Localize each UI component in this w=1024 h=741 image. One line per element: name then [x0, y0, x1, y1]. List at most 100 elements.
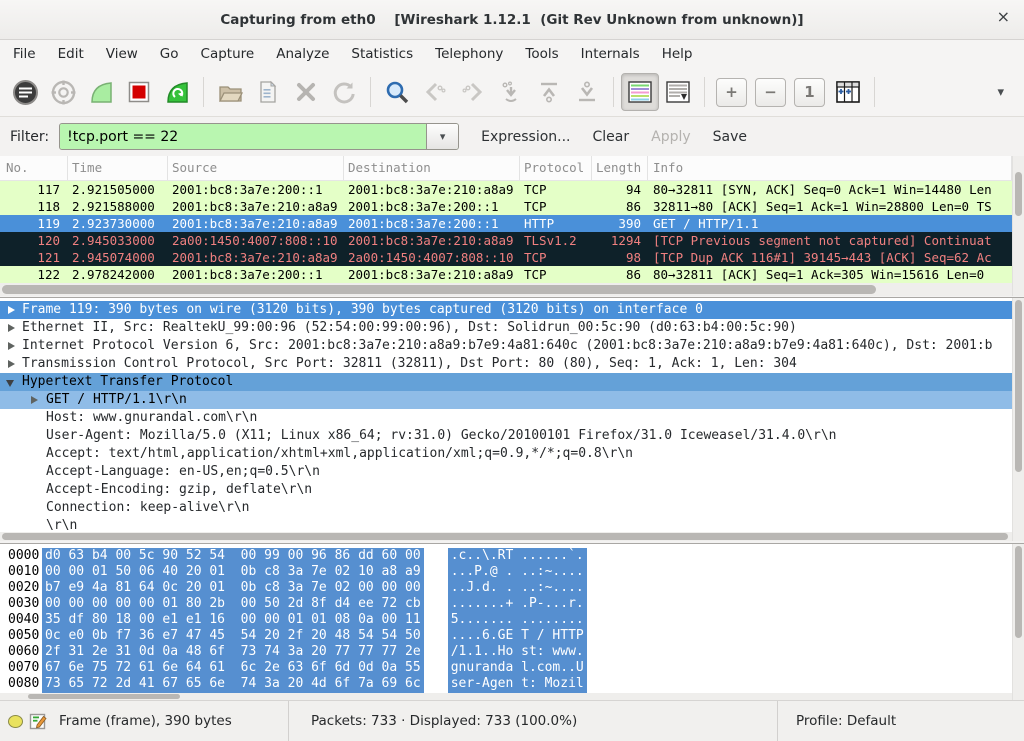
cell-length: 94: [592, 181, 648, 198]
list-interfaces-button[interactable]: [6, 73, 44, 111]
hex-row[interactable]: 004035 df 80 18 00 e1 e1 16 00 00 01 01 …: [0, 612, 1024, 628]
hex-row[interactable]: 007067 6e 75 72 61 6e 64 61 6c 2e 63 6f …: [0, 660, 1024, 676]
detail-ipv6[interactable]: Internet Protocol Version 6, Src: 2001:b…: [0, 337, 1012, 355]
zoom-100-button[interactable]: 1: [794, 78, 825, 107]
expander-icon[interactable]: [8, 324, 15, 332]
start-capture-button[interactable]: [82, 73, 120, 111]
menu-item-internals[interactable]: Internals: [570, 41, 651, 67]
reload-icon: [331, 79, 357, 105]
hex-row[interactable]: 003000 00 00 00 00 01 80 2b 00 50 2d 8f …: [0, 596, 1024, 612]
packet-row-122[interactable]: 122 2.978242000 2001:bc8:3a7e:200::1 200…: [0, 266, 1024, 283]
reload-button[interactable]: [325, 73, 363, 111]
menu-item-edit[interactable]: Edit: [47, 41, 95, 67]
hex-row[interactable]: 001000 00 01 50 06 40 20 01 0b c8 3a 7e …: [0, 564, 1024, 580]
packet-list-hscrollbar[interactable]: [0, 283, 1012, 296]
menu-item-view[interactable]: View: [95, 41, 149, 67]
close-file-button[interactable]: [287, 73, 325, 111]
save-file-button[interactable]: [249, 73, 287, 111]
stop-capture-button[interactable]: [120, 73, 158, 111]
packet-row-121[interactable]: 121 2.945074000 2001:bc8:3a7e:210:a8a9 2…: [0, 249, 1024, 266]
scrollbar-thumb[interactable]: [28, 694, 180, 699]
scrollbar-thumb[interactable]: [1015, 300, 1022, 472]
column-header-destination[interactable]: Destination: [344, 156, 520, 180]
zoom-in-button[interactable]: +: [716, 78, 747, 107]
column-header-time[interactable]: Time: [68, 156, 168, 180]
detail-http-host[interactable]: Host: www.gnurandal.com\r\n: [0, 409, 1012, 427]
go-back-button[interactable]: [416, 73, 454, 111]
packet-row-117[interactable]: 117 2.921505000 2001:bc8:3a7e:200::1 200…: [0, 181, 1024, 198]
details-hscrollbar[interactable]: [0, 532, 1012, 541]
expander-icon[interactable]: [8, 360, 15, 368]
packet-row-119-selected[interactable]: 119 2.923730000 2001:bc8:3a7e:210:a8a9 2…: [0, 215, 1024, 232]
detail-frame[interactable]: Frame 119: 390 bytes on wire (3120 bits)…: [0, 301, 1012, 319]
restart-capture-button[interactable]: [158, 73, 196, 111]
detail-tcp[interactable]: Transmission Control Protocol, Src Port:…: [0, 355, 1012, 373]
hex-vscrollbar[interactable]: [1012, 544, 1024, 700]
menu-item-analyze[interactable]: Analyze: [265, 41, 340, 67]
packet-list-vscrollbar[interactable]: [1012, 156, 1024, 296]
scrollbar-thumb[interactable]: [2, 533, 1008, 540]
filter-dropdown-button[interactable]: ▾: [426, 124, 458, 149]
menu-item-help[interactable]: Help: [651, 41, 704, 67]
detail-http-accept[interactable]: Accept: text/html,application/xhtml+xml,…: [0, 445, 1012, 463]
hex-row[interactable]: 0000d0 63 b4 00 5c 90 52 54 00 99 00 96 …: [0, 548, 1024, 564]
hex-row[interactable]: 008073 65 72 2d 41 67 65 6e 74 3a 20 4d …: [0, 676, 1024, 692]
column-header-no[interactable]: No.: [0, 156, 68, 180]
detail-http-accept-language[interactable]: Accept-Language: en-US,en;q=0.5\r\n: [0, 463, 1012, 481]
goto-packet-button[interactable]: [492, 73, 530, 111]
colorize-button[interactable]: [621, 73, 659, 111]
details-vscrollbar[interactable]: [1012, 298, 1024, 541]
column-header-source[interactable]: Source: [168, 156, 344, 180]
cell-length: 86: [592, 266, 648, 283]
detail-http-request-line[interactable]: GET / HTTP/1.1\r\n: [0, 391, 1012, 409]
cell-time: 2.945033000: [68, 232, 168, 249]
scrollbar-thumb[interactable]: [1015, 546, 1022, 638]
cell-protocol: TCP: [520, 249, 592, 266]
filter-input[interactable]: [60, 124, 426, 149]
scrollbar-thumb[interactable]: [1015, 172, 1022, 216]
cell-destination: 2001:bc8:3a7e:200::1: [344, 198, 520, 215]
menu-item-file[interactable]: File: [2, 41, 47, 67]
hex-hscrollbar[interactable]: [0, 693, 1012, 700]
save-button[interactable]: Save: [713, 129, 747, 145]
expander-icon[interactable]: [31, 396, 38, 404]
detail-ethernet[interactable]: Ethernet II, Src: RealtekU_99:00:96 (52:…: [0, 319, 1012, 337]
find-packet-button[interactable]: [378, 73, 416, 111]
autoscroll-button[interactable]: [659, 73, 697, 111]
menu-item-go[interactable]: Go: [149, 41, 190, 67]
expander-icon[interactable]: [6, 380, 14, 387]
column-header-protocol[interactable]: Protocol: [520, 156, 592, 180]
detail-http-accept-encoding[interactable]: Accept-Encoding: gzip, deflate\r\n: [0, 481, 1012, 499]
hex-row[interactable]: 00602f 31 2e 31 0d 0a 48 6f 73 74 3a 20 …: [0, 644, 1024, 660]
zoom-out-button[interactable]: −: [755, 78, 786, 107]
hex-row[interactable]: 0020b7 e9 4a 81 64 0c 20 01 0b c8 3a 7e …: [0, 580, 1024, 596]
hex-row[interactable]: 00500c e0 0b f7 36 e7 47 45 54 20 2f 20 …: [0, 628, 1024, 644]
menu-item-statistics[interactable]: Statistics: [340, 41, 424, 67]
scrollbar-thumb[interactable]: [2, 285, 876, 294]
expander-icon[interactable]: [8, 342, 15, 350]
packet-row-118[interactable]: 118 2.921588000 2001:bc8:3a7e:210:a8a9 2…: [0, 198, 1024, 215]
detail-http-user-agent[interactable]: User-Agent: Mozilla/5.0 (X11; Linux x86_…: [0, 427, 1012, 445]
menu-item-tools[interactable]: Tools: [514, 41, 569, 67]
menu-item-telephony[interactable]: Telephony: [424, 41, 514, 67]
clear-button[interactable]: Clear: [593, 129, 630, 145]
expert-info-icon[interactable]: [8, 715, 23, 728]
detail-http[interactable]: Hypertext Transfer Protocol: [0, 373, 1012, 391]
annotation-icon[interactable]: [29, 712, 47, 730]
go-top-button[interactable]: [530, 73, 568, 111]
expression-button[interactable]: Expression...: [481, 129, 570, 145]
column-header-length[interactable]: Length: [592, 156, 648, 180]
expander-icon[interactable]: [8, 306, 15, 314]
packet-row-120[interactable]: 120 2.945033000 2a00:1450:4007:808::10 2…: [0, 232, 1024, 249]
close-icon[interactable]: ×: [997, 9, 1010, 25]
column-header-info[interactable]: Info: [648, 156, 1012, 180]
detail-http-connection[interactable]: Connection: keep-alive\r\n: [0, 499, 1012, 517]
go-bottom-button[interactable]: [568, 73, 606, 111]
capture-options-button[interactable]: [44, 73, 82, 111]
go-forward-button[interactable]: [454, 73, 492, 111]
toolbar-overflow-button[interactable]: ▾: [997, 85, 1004, 100]
status-profile[interactable]: Profile: Default: [796, 713, 896, 729]
menu-item-capture[interactable]: Capture: [190, 41, 266, 67]
resize-columns-button[interactable]: [829, 73, 867, 111]
open-file-button[interactable]: [211, 73, 249, 111]
